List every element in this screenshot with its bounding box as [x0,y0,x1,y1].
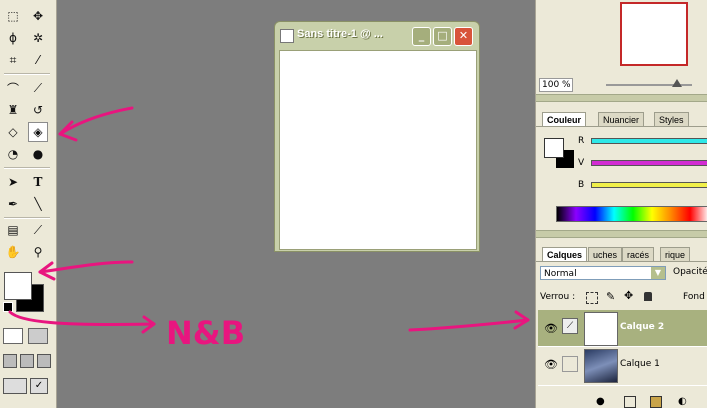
nb-annotation-text: N&B [166,314,245,352]
annotation-overlay: N&B [8,106,530,352]
arrow-to-paint-bucket [58,106,134,136]
arrow-to-nb [8,310,156,326]
arrow-to-swatches [38,260,134,274]
arrow-to-layers [408,318,530,332]
